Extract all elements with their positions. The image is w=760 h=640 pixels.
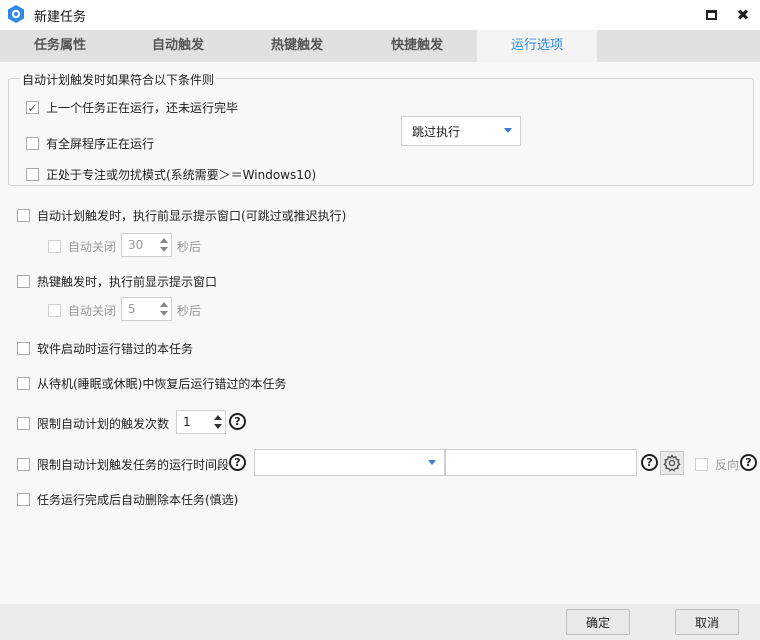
ok-button[interactable]: 确定 xyxy=(566,609,630,635)
spin-up-icon[interactable] xyxy=(160,238,168,243)
option-limit-count[interactable]: 限制自动计划的触发次数 xyxy=(17,415,169,432)
checkbox[interactable] xyxy=(17,458,30,471)
option-reverse[interactable]: 反向 xyxy=(695,456,739,473)
action-select[interactable]: 跳过执行 xyxy=(401,116,521,146)
schedule-autoclose-unit: 秒后 xyxy=(177,240,202,254)
hotkey-autoclose-seconds[interactable]: 5 xyxy=(121,297,172,321)
tab-run-options[interactable]: 运行选项 xyxy=(477,30,597,62)
period-input[interactable] xyxy=(445,449,637,476)
checkbox[interactable] xyxy=(48,304,61,317)
limit-count-stepper[interactable]: 1 xyxy=(176,410,226,434)
option-previous-running[interactable]: 上一个任务正在运行，还未运行完毕 xyxy=(26,99,238,116)
option-hotkey-autoclose[interactable]: 自动关闭 xyxy=(48,302,116,319)
dialog-footer: 确定 取消 xyxy=(0,604,760,640)
checkbox[interactable] xyxy=(48,240,61,253)
help-icon[interactable]: ? xyxy=(740,454,757,471)
tab-bar: 任务属性 自动触发 热键触发 快捷触发 运行选项 xyxy=(0,30,760,62)
maximize-button[interactable] xyxy=(702,6,720,24)
option-fullscreen-running[interactable]: 有全屏程序正在运行 xyxy=(26,135,154,152)
hotkey-autoclose-unit: 秒后 xyxy=(177,304,202,318)
checkbox[interactable] xyxy=(17,209,30,222)
dropdown-arrow-icon xyxy=(428,460,436,465)
checkbox[interactable] xyxy=(17,342,30,355)
checkbox[interactable] xyxy=(17,377,30,390)
period-settings-button[interactable] xyxy=(660,451,684,475)
close-button[interactable]: ✖ xyxy=(734,6,752,24)
title-bar: 新建任务 ✖ xyxy=(0,0,760,30)
checkbox[interactable] xyxy=(26,137,39,150)
app-logo-icon xyxy=(8,5,24,23)
spin-down-icon[interactable] xyxy=(160,247,168,252)
gear-icon xyxy=(663,454,681,472)
cancel-button[interactable]: 取消 xyxy=(675,609,739,635)
option-schedule-autoclose[interactable]: 自动关闭 xyxy=(48,238,116,255)
option-run-missed-on-start[interactable]: 软件启动时运行错过的本任务 xyxy=(17,340,193,357)
checkbox[interactable] xyxy=(17,493,30,506)
checkbox[interactable] xyxy=(17,275,30,288)
schedule-autoclose-seconds[interactable]: 30 xyxy=(121,233,172,257)
tab-quick-trigger[interactable]: 快捷触发 xyxy=(357,30,477,62)
tab-task-properties[interactable]: 任务属性 xyxy=(0,30,120,62)
spin-up-icon[interactable] xyxy=(214,415,222,420)
checkbox[interactable] xyxy=(26,101,39,114)
tab-auto-trigger[interactable]: 自动触发 xyxy=(118,30,238,62)
checkbox[interactable] xyxy=(17,417,30,430)
option-hotkey-prompt[interactable]: 热键触发时，执行前显示提示窗口 xyxy=(17,273,217,290)
checkbox[interactable] xyxy=(695,458,708,471)
dropdown-arrow-icon xyxy=(504,128,512,133)
spin-down-icon[interactable] xyxy=(214,424,222,429)
option-limit-period[interactable]: 限制自动计划触发任务的运行时间段 xyxy=(17,456,229,473)
tab-hotkey-trigger[interactable]: 热键触发 xyxy=(237,30,357,62)
spin-up-icon[interactable] xyxy=(160,302,168,307)
option-auto-delete[interactable]: 任务运行完成后自动删除本任务(慎选) xyxy=(17,491,238,508)
help-icon[interactable]: ? xyxy=(229,413,246,430)
spin-down-icon[interactable] xyxy=(160,311,168,316)
group-legend: 自动计划触发时如果符合以下条件则 xyxy=(20,71,217,88)
checkbox[interactable] xyxy=(26,168,39,181)
window-title: 新建任务 xyxy=(34,10,87,25)
option-focus-mode[interactable]: 正处于专注或勿扰模式(系统需要＞＝Windows10) xyxy=(26,166,316,183)
period-select[interactable] xyxy=(254,449,445,476)
maximize-icon xyxy=(705,10,717,20)
help-icon[interactable]: ? xyxy=(641,454,658,471)
help-icon[interactable]: ? xyxy=(229,454,246,471)
option-run-missed-on-resume[interactable]: 从待机(睡眠或休眠)中恢复后运行错过的本任务 xyxy=(17,375,286,392)
run-options-panel: 自动计划触发时如果符合以下条件则 上一个任务正在运行，还未运行完毕 有全屏程序正… xyxy=(0,62,760,604)
option-schedule-prompt[interactable]: 自动计划触发时，执行前显示提示窗口(可跳过或推迟执行) xyxy=(17,207,346,224)
close-icon: ✖ xyxy=(736,6,750,24)
